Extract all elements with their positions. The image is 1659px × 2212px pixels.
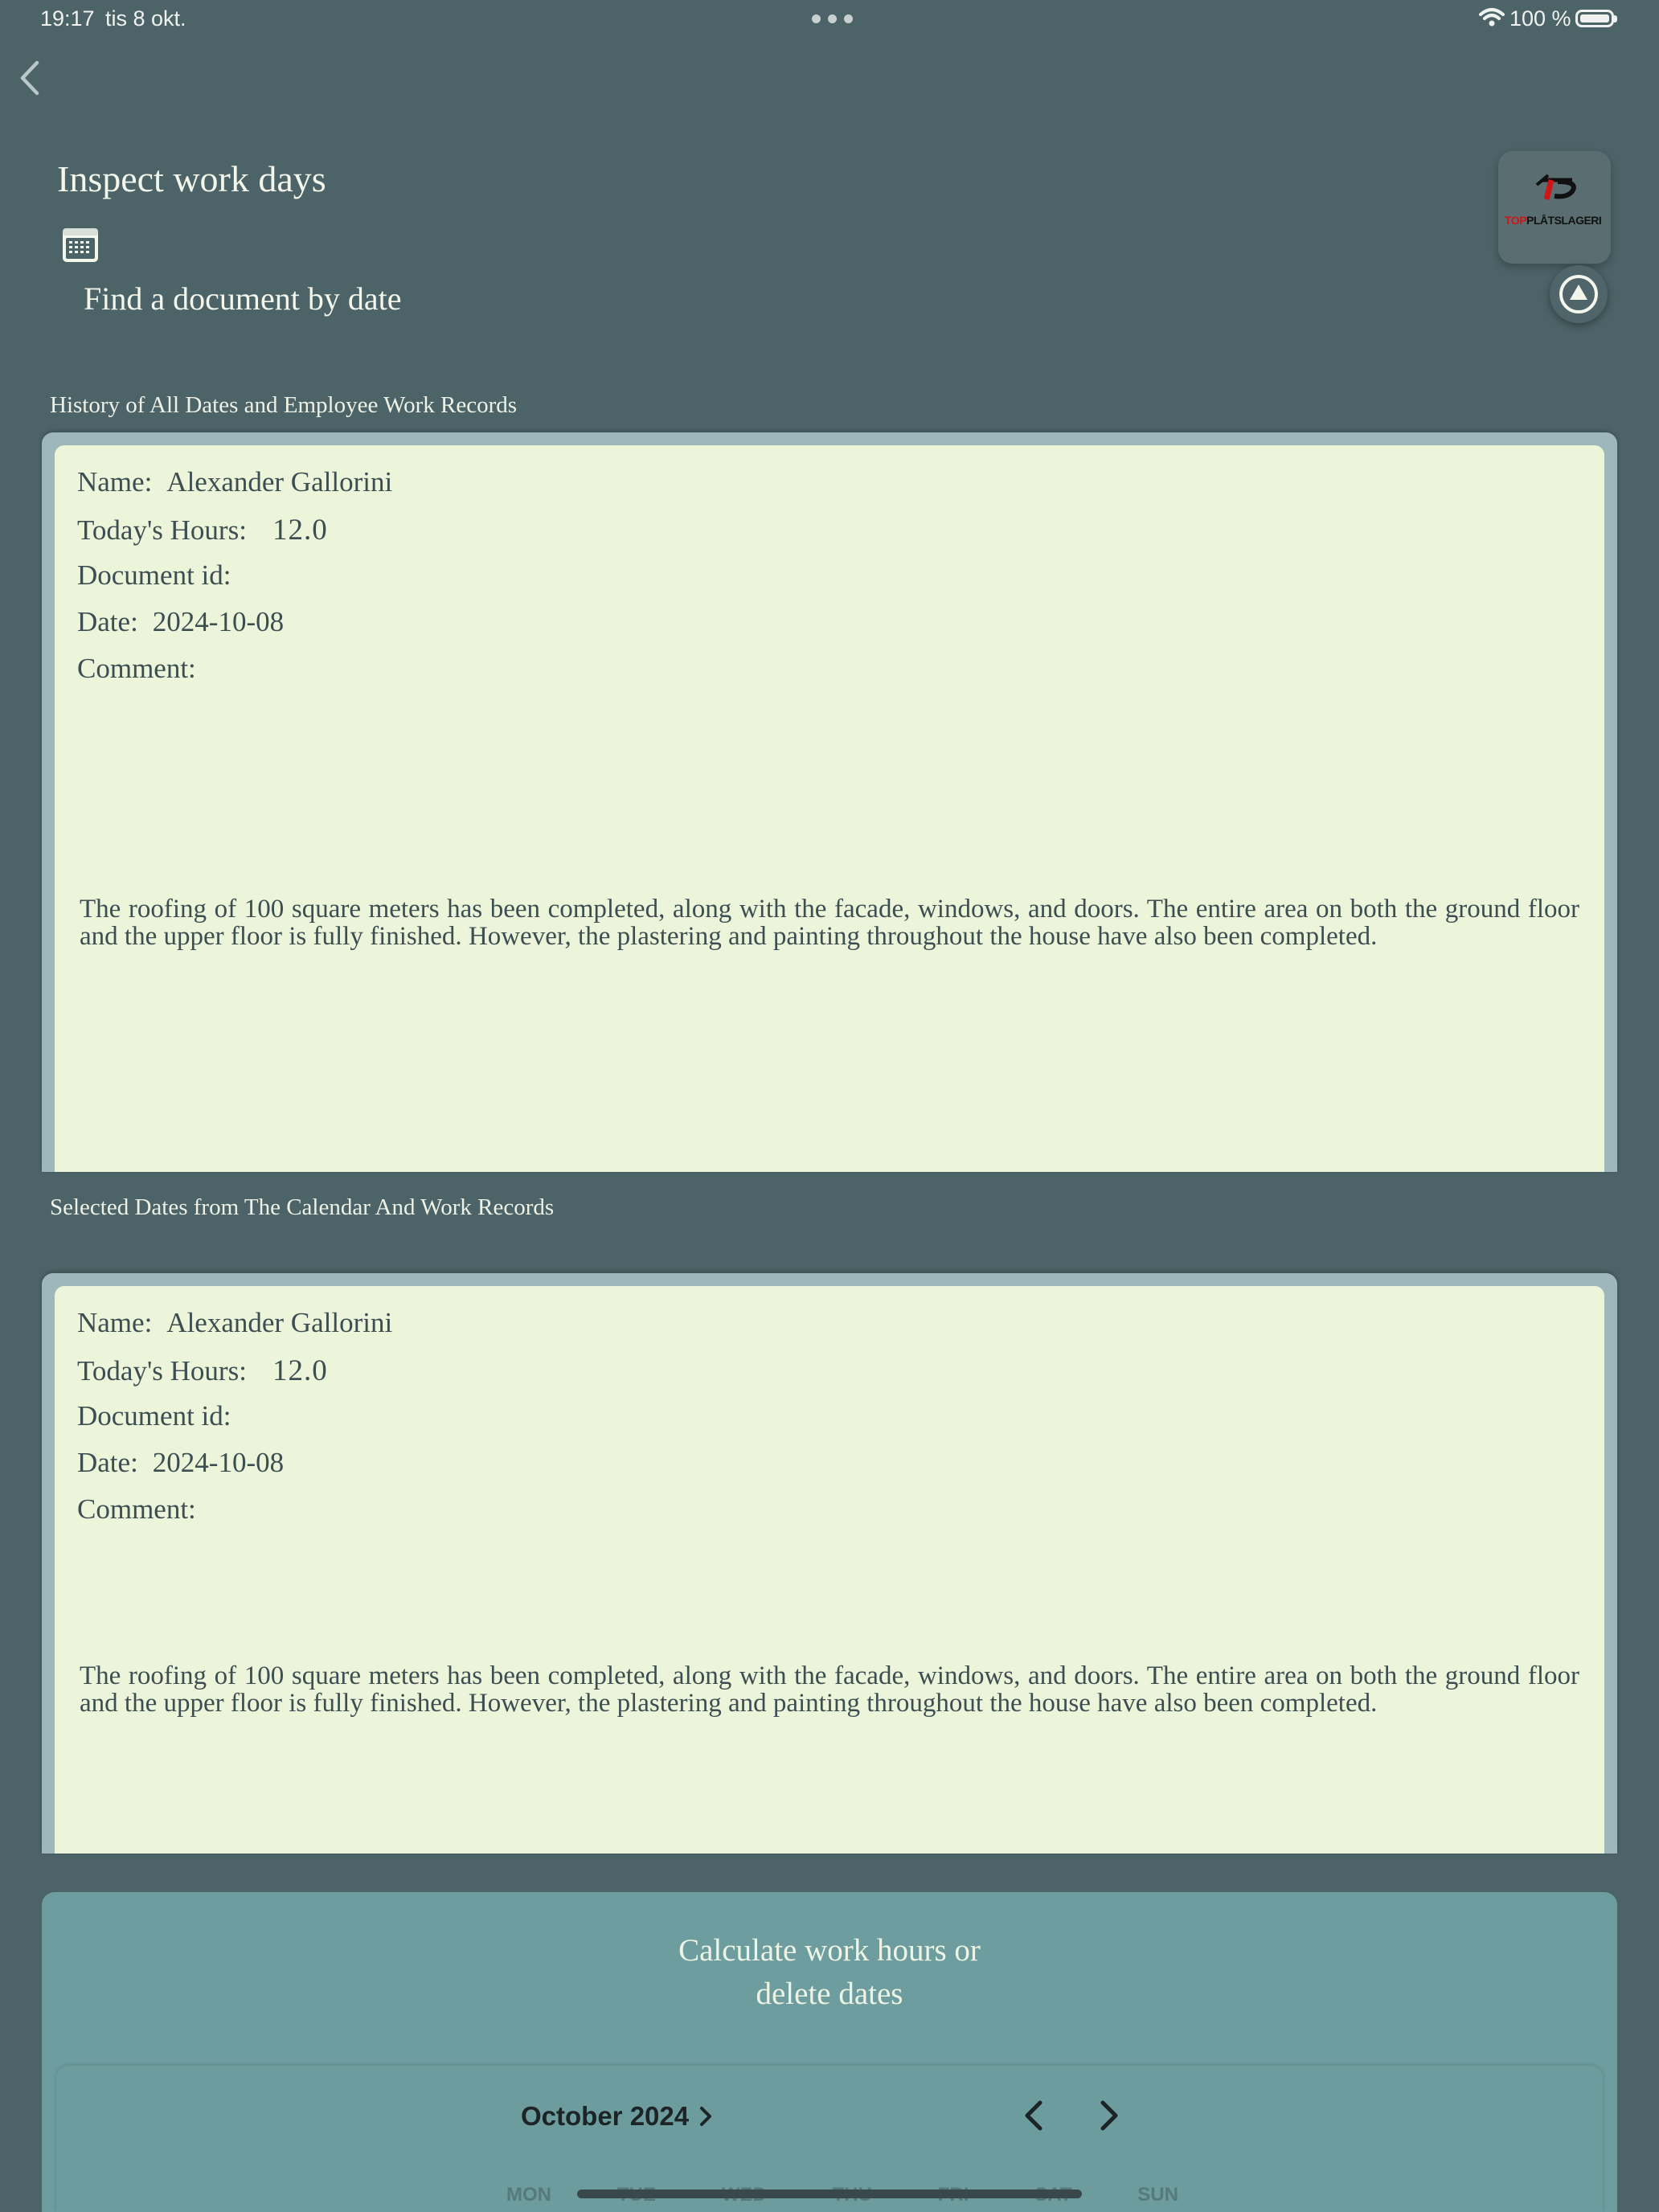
history-record-card[interactable]: Name: Alexander Gallorini Today's Hours: 1… (55, 445, 1604, 1172)
battery-icon (1575, 10, 1617, 27)
selected-section-label: Selected Dates from The Calendar And Wor… (50, 1194, 555, 1220)
document-id-label: Document id: (77, 1400, 231, 1432)
comment-text: The roofing of 100 square meters has bee… (80, 895, 1579, 951)
hours-label: Today's Hours: (77, 1355, 247, 1387)
employee-name: Alexander Gallorini (166, 1307, 393, 1338)
name-label: Name: (77, 1307, 153, 1338)
employee-name: Alexander Gallorini (166, 466, 393, 498)
logo-text-top: TOP (1505, 214, 1527, 227)
document-id-label: Document id: (77, 559, 231, 591)
comment-label: Comment: (77, 653, 196, 684)
calculate-panel: Calculate work hours or delete dates Oct… (42, 1892, 1617, 2212)
hours-value: 12.0 (272, 1354, 328, 1387)
scroll-to-top-button[interactable] (1550, 265, 1608, 323)
comment-label: Comment: (77, 1493, 196, 1525)
weekday-mon: MON (506, 2184, 551, 2206)
calendar-icon[interactable] (61, 227, 100, 264)
weekday-sun: SUN (1137, 2184, 1178, 2206)
hours-label: Today's Hours: (77, 514, 247, 546)
previous-month-button[interactable] (1018, 2096, 1050, 2135)
page-title: Inspect work days (57, 158, 326, 199)
name-label: Name: (77, 466, 153, 498)
logo-text: PLÅTSLAGERI (1526, 214, 1602, 227)
next-month-button[interactable] (1093, 2096, 1125, 2135)
logo-mark-icon (1535, 174, 1576, 200)
selected-record-card[interactable]: Name: Alexander Gallorini Today's Hours: 1… (55, 1286, 1604, 1854)
date-label: Date: (77, 606, 138, 637)
hours-value: 12.0 (272, 514, 328, 547)
date-value: 2024-10-08 (152, 606, 285, 637)
chevron-right-small-icon (700, 2107, 712, 2126)
date-value: 2024-10-08 (152, 1447, 285, 1478)
up-arrow-circle-icon (1559, 275, 1598, 313)
multitasking-dots-icon[interactable] (812, 14, 853, 23)
chevron-right-icon (1100, 2100, 1118, 2131)
back-chevron-icon[interactable] (18, 59, 42, 96)
company-logo: TOPPLÅTSLAGERI (1498, 151, 1611, 264)
battery-percentage: 100 % (1509, 6, 1571, 31)
calculate-panel-title: Calculate work hours or delete dates (678, 1933, 981, 2011)
month-label: October 2024 (521, 2101, 690, 2131)
status-time: 19:17 (40, 6, 95, 31)
date-label: Date: (77, 1447, 138, 1478)
chevron-left-icon (1025, 2100, 1043, 2131)
find-document-by-date-button[interactable]: Find a document by date (84, 280, 401, 317)
status-date: tis 8 okt. (105, 6, 186, 31)
home-indicator[interactable] (577, 2189, 1082, 2198)
month-selector-button[interactable]: October 2024 (521, 2101, 713, 2132)
comment-text: The roofing of 100 square meters has bee… (80, 1661, 1579, 1718)
wifi-icon (1479, 7, 1505, 28)
history-section-label: History of All Dates and Employee Work R… (50, 392, 518, 418)
